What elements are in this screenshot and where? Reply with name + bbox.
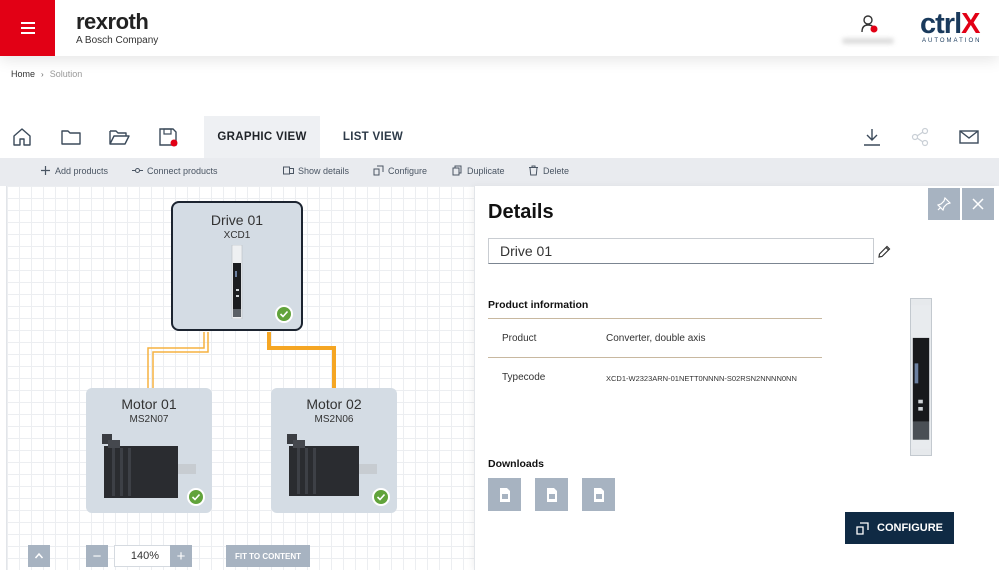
download-document-button-1[interactable] <box>488 478 521 511</box>
breadcrumb-separator: › <box>41 69 44 79</box>
info-value: XCD1-W2323ARN-01NETT0NNNN-S02RSN2NNNN0NN <box>606 374 797 383</box>
pin-icon <box>937 197 951 211</box>
delete-button[interactable]: Delete <box>528 165 569 176</box>
drive-module-image <box>231 245 243 319</box>
app-root: rexroth A Bosch Company ctrlX AUTOMATION… <box>0 0 999 570</box>
info-key: Product <box>502 333 537 344</box>
downloads-title: Downloads <box>488 458 545 470</box>
wire-drive-motor01 <box>147 332 209 388</box>
home-icon[interactable] <box>11 126 33 148</box>
details-panel: Details Drive 01 Product information Pro… <box>474 186 999 570</box>
action-bar: Add products Connect products Show detai… <box>0 158 999 186</box>
graphic-canvas[interactable]: Drive 01 XCD1 Motor 01 MS2N07 Motor 02 M… <box>6 186 474 570</box>
configure-icon <box>373 165 384 176</box>
plus-icon <box>41 166 50 175</box>
connect-products-button[interactable]: Connect products <box>132 165 218 176</box>
node-drive-01[interactable]: Drive 01 XCD1 <box>171 201 303 331</box>
pencil-icon[interactable] <box>876 244 892 260</box>
close-button[interactable] <box>962 188 994 220</box>
brand-subtitle: A Bosch Company <box>76 35 159 46</box>
tab-graphic-view[interactable]: GRAPHIC VIEW <box>204 116 320 158</box>
folder-open-icon[interactable] <box>108 126 130 148</box>
show-details-label: Show details <box>298 165 350 176</box>
trash-icon <box>529 165 538 176</box>
details-icon <box>283 166 294 175</box>
main-toolbar: GRAPHIC VIEW LIST VIEW <box>0 116 999 158</box>
node-subtitle: MS2N06 <box>314 414 354 425</box>
component-name-field[interactable]: Drive 01 <box>488 238 874 264</box>
ctrlx-logo-text: ctrl <box>920 8 962 40</box>
document-icon <box>499 487 510 502</box>
breadcrumb: Home › Solution <box>11 69 82 79</box>
configure-action-button[interactable]: Configure <box>373 165 427 176</box>
configure-action-label: Configure <box>388 165 428 176</box>
duplicate-label: Duplicate <box>467 165 505 176</box>
breadcrumb-current: Solution <box>49 69 83 79</box>
show-details-button[interactable]: Show details <box>283 165 349 176</box>
duplicate-icon <box>452 165 462 176</box>
ctrlx-logo-sub: AUTOMATION <box>922 38 982 44</box>
download-icon[interactable] <box>861 126 883 148</box>
folder-icon[interactable] <box>60 126 82 148</box>
user-icon[interactable] <box>858 13 880 35</box>
brand-logo: rexroth A Bosch Company <box>76 9 159 47</box>
ctrlx-logo-x: X <box>961 8 980 40</box>
ctrlx-logo: ctrlX AUTOMATION <box>920 8 998 45</box>
valid-check-icon <box>372 488 390 506</box>
product-image <box>910 298 932 456</box>
duplicate-button[interactable]: Duplicate <box>452 165 505 176</box>
top-header: rexroth A Bosch Company ctrlX AUTOMATION <box>0 0 999 56</box>
zoom-level-field[interactable]: 140% <box>114 545 176 567</box>
close-icon <box>972 198 984 210</box>
node-title: Motor 01 <box>121 396 177 412</box>
zoom-out-button[interactable]: − <box>86 545 108 567</box>
info-row-typecode: Typecode XCD1-W2323ARN-01NETT0NNNN-S02RS… <box>488 357 822 396</box>
connect-icon <box>132 168 143 173</box>
collapse-up-button[interactable] <box>28 545 50 567</box>
chevron-up-icon <box>34 552 44 559</box>
share-icon <box>911 127 929 147</box>
add-products-label: Add products <box>55 165 109 176</box>
download-document-button-3[interactable] <box>582 478 615 511</box>
brand-name: rexroth <box>76 9 149 34</box>
node-subtitle: MS2N07 <box>129 414 169 425</box>
valid-check-icon <box>275 305 293 323</box>
configure-label: CONFIGURE <box>877 522 943 534</box>
configure-button[interactable]: CONFIGURE <box>845 512 954 544</box>
hamburger-icon <box>20 22 35 34</box>
node-title: Motor 02 <box>306 396 362 412</box>
info-key: Typecode <box>502 372 546 383</box>
product-information-title: Product information <box>488 299 589 311</box>
document-icon <box>546 487 557 502</box>
menu-button[interactable] <box>0 0 55 56</box>
connect-products-label: Connect products <box>147 165 218 176</box>
user-name-redacted <box>842 38 894 44</box>
product-info-table: Product Converter, double axis Typecode … <box>488 318 822 396</box>
document-icon <box>593 487 604 502</box>
save-icon[interactable] <box>157 126 179 148</box>
info-value: Converter, double axis <box>606 333 706 344</box>
tab-list-view[interactable]: LIST VIEW <box>328 116 418 158</box>
mail-icon[interactable] <box>958 126 980 148</box>
details-title: Details <box>488 201 554 223</box>
configure-icon <box>856 521 869 535</box>
breadcrumb-home[interactable]: Home <box>11 69 35 79</box>
valid-check-icon <box>187 488 205 506</box>
motor-image <box>287 434 377 496</box>
delete-label: Delete <box>543 165 570 176</box>
node-motor-02[interactable]: Motor 02 MS2N06 <box>271 388 397 513</box>
wire-drive-motor02 <box>267 332 336 388</box>
motor-image <box>102 434 196 498</box>
info-row-product: Product Converter, double axis <box>488 318 822 357</box>
pin-button[interactable] <box>928 188 960 220</box>
node-title: Drive 01 <box>210 212 264 228</box>
node-motor-01[interactable]: Motor 01 MS2N07 <box>86 388 212 513</box>
download-document-button-2[interactable] <box>535 478 568 511</box>
node-subtitle: XCD1 <box>223 230 251 241</box>
add-products-button[interactable]: Add products <box>40 165 108 176</box>
zoom-in-button[interactable]: + <box>170 545 192 567</box>
fit-to-content-button[interactable]: FIT TO CONTENT <box>226 545 310 567</box>
